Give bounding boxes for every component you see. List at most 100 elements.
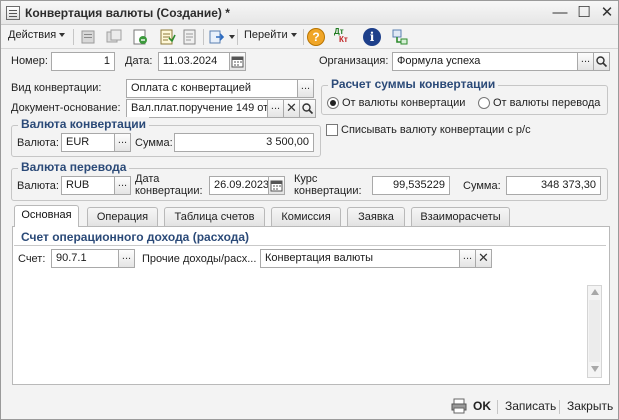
writeoff-label[interactable]: Списывать валюту конвертации с р/с	[341, 124, 531, 136]
conversion-rate-label-line1: Курс	[294, 173, 318, 185]
conversion-type-select-button[interactable]: ...	[297, 79, 314, 98]
conversion-sum-label: Сумма:	[135, 137, 173, 149]
number-label: Номер:	[11, 55, 48, 67]
conversion-date-calendar-button[interactable]	[268, 176, 285, 195]
tab-settlements[interactable]: Взаиморасчеты	[411, 207, 510, 226]
window-title: Конвертация валюты (Создание) *	[25, 6, 230, 20]
create-based-on-icon[interactable]	[208, 28, 226, 46]
calc-from-transfer-radio[interactable]	[478, 97, 490, 109]
ok-button[interactable]: OK	[473, 399, 491, 413]
subconto-field[interactable]: Конвертация валюты	[260, 249, 460, 268]
refresh-icon[interactable]	[131, 28, 149, 46]
footer-divider	[497, 400, 498, 414]
structure-icon[interactable]	[391, 28, 409, 46]
scroll-down-icon[interactable]	[591, 366, 599, 372]
basis-document-label: Документ-основание:	[11, 102, 121, 114]
basis-document-search-button[interactable]	[299, 99, 316, 118]
tab-commission[interactable]: Комиссия	[271, 207, 341, 226]
conversion-date-label-line1: Дата	[135, 173, 160, 185]
search-icon	[302, 103, 314, 115]
actions-menu[interactable]: Действия	[8, 29, 66, 41]
organization-search-button[interactable]	[593, 52, 610, 71]
conversion-date-label-line2: конвертации:	[135, 185, 203, 197]
goto-menu[interactable]: Перейти	[244, 29, 297, 41]
chevron-down-icon[interactable]	[229, 35, 235, 39]
conversion-date-field[interactable]: 26.09.2023	[209, 176, 269, 195]
calc-from-conversion-radio[interactable]	[327, 97, 339, 109]
conversion-rate-label-line2: конвертации:	[294, 185, 362, 197]
chevron-down-icon	[59, 33, 66, 38]
conversion-type-label: Вид конвертации:	[11, 82, 102, 94]
minimize-button[interactable]: —	[551, 4, 569, 22]
document-icon	[6, 6, 20, 20]
calc-group-title: Расчет суммы конвертации	[328, 77, 499, 91]
close-button[interactable]: ✕	[598, 4, 616, 22]
income-expense-account-title: Счет операционного дохода (расхода)	[18, 230, 253, 244]
tab-accounts-table[interactable]: Таблица счетов	[164, 207, 265, 226]
transfer-currency-select-button[interactable]: ...	[114, 176, 131, 195]
account-select-button[interactable]: ...	[118, 249, 135, 268]
organization-label: Организация:	[319, 55, 389, 67]
tab-main[interactable]: Основная	[14, 205, 79, 227]
subconto-clear-button[interactable]: ✕	[475, 249, 492, 268]
basis-document-field[interactable]: Вал.плат.поручение 149 от	[126, 99, 268, 118]
transfer-currency-label: Валюта:	[17, 180, 59, 192]
print-icon[interactable]	[450, 397, 468, 415]
organization-field[interactable]: Формула успеха	[392, 52, 578, 71]
conversion-rate-field[interactable]: 99,535229	[372, 176, 450, 195]
help-icon[interactable]: ?	[307, 28, 325, 46]
scroll-track[interactable]	[589, 300, 600, 362]
subconto-label: Прочие доходы/расх...	[142, 253, 257, 265]
scroll-up-icon[interactable]	[591, 289, 599, 295]
close-icon: ✕	[286, 100, 297, 115]
close-form-button[interactable]: Закрыть	[567, 399, 613, 413]
dt-kt-icon[interactable]: Дт Кт	[334, 28, 352, 46]
toolbar-divider	[203, 29, 204, 45]
account-label: Счет:	[18, 253, 46, 265]
account-field[interactable]: 90.7.1	[51, 249, 119, 268]
toolbar-divider	[237, 29, 238, 45]
subconto-select-button[interactable]: ...	[459, 249, 476, 268]
conversion-currency-field[interactable]: EUR	[61, 133, 115, 152]
date-field[interactable]: 11.03.2024	[158, 52, 230, 71]
bottom-bar: OK Записать Закрыть	[1, 392, 618, 419]
kt-label: Кт	[339, 35, 348, 44]
search-icon	[596, 56, 608, 68]
post-document-icon[interactable]	[158, 28, 176, 46]
toolbar: Действия Перейти ? Дт Кт i	[1, 25, 618, 49]
conversion-date-label: Дата конвертации:	[135, 173, 203, 197]
unpost-document-icon[interactable]	[181, 28, 199, 46]
actions-label: Действия	[8, 29, 57, 41]
add-row-icon[interactable]	[79, 28, 97, 46]
transfer-sum-field[interactable]: 348 373,30	[506, 176, 601, 195]
info-icon[interactable]: i	[363, 28, 381, 46]
calc-from-conversion-label[interactable]: От валюты конвертации	[342, 97, 465, 109]
transfer-currency-field[interactable]: RUB	[61, 176, 115, 195]
conversion-type-field[interactable]: Оплата с конвертацией	[126, 79, 298, 98]
section-divider	[14, 245, 606, 246]
save-button[interactable]: Записать	[505, 399, 556, 413]
basis-document-clear-button[interactable]: ✕	[283, 99, 300, 118]
goto-label: Перейти	[244, 29, 288, 41]
copy-icon[interactable]	[105, 28, 123, 46]
document-window: Конвертация валюты (Создание) * — ☐ ✕ Де…	[0, 0, 619, 420]
calc-from-transfer-label[interactable]: От валюты перевода	[493, 97, 600, 109]
calendar-button[interactable]	[229, 52, 246, 71]
transfer-currency-title: Валюта перевода	[18, 160, 130, 174]
date-label: Дата:	[125, 55, 153, 67]
organization-select-button[interactable]: ...	[577, 52, 594, 71]
maximize-button[interactable]: ☐	[575, 4, 593, 22]
conversion-sum-field[interactable]: 3 500,00	[174, 133, 314, 152]
conversion-currency-label: Валюта:	[17, 137, 59, 149]
conversion-currency-select-button[interactable]: ...	[114, 133, 131, 152]
writeoff-checkbox[interactable]	[326, 124, 338, 136]
close-icon: ✕	[478, 250, 489, 265]
number-field[interactable]: 1	[51, 52, 115, 71]
tab-operation[interactable]: Операция	[87, 207, 158, 226]
basis-document-select-button[interactable]: ...	[267, 99, 284, 118]
vertical-scrollbar[interactable]	[587, 285, 602, 378]
tab-request[interactable]: Заявка	[347, 207, 405, 226]
transfer-sum-label: Сумма:	[463, 180, 501, 192]
title-bar[interactable]: Конвертация валюты (Создание) * — ☐ ✕	[1, 1, 618, 25]
toolbar-divider	[303, 29, 304, 45]
